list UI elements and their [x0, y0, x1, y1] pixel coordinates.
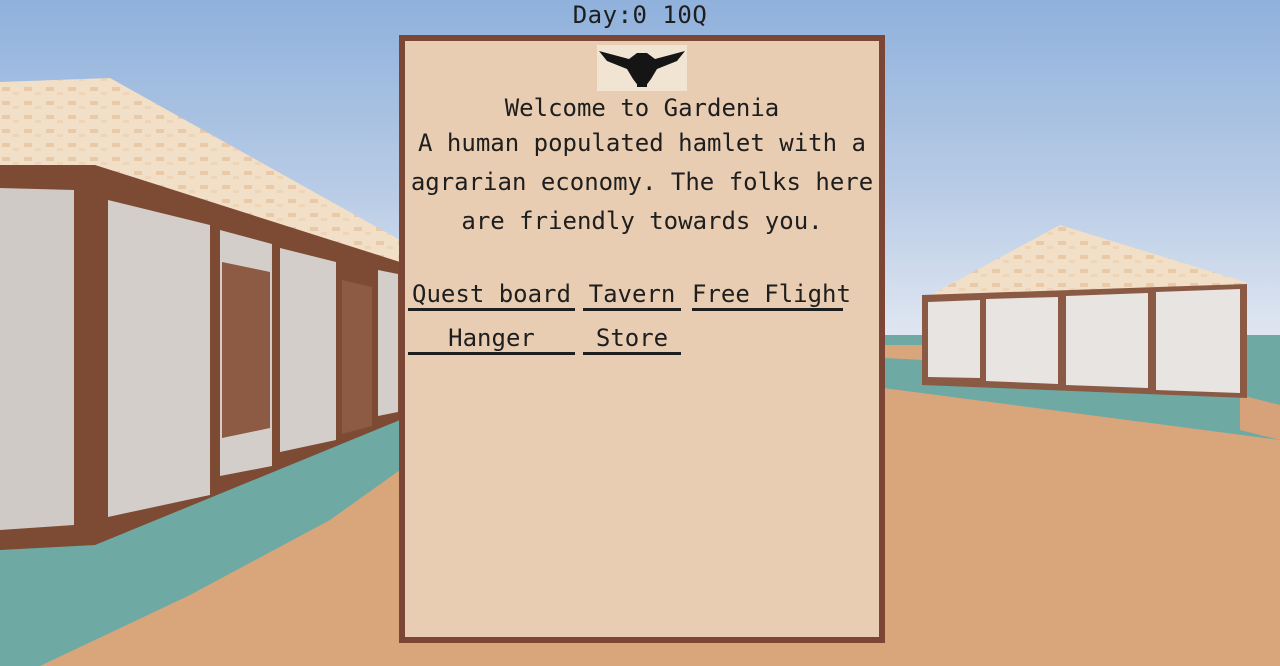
free-flight-button[interactable]: Free Flight — [692, 279, 851, 311]
welcome-title: Welcome to Gardenia — [504, 94, 780, 122]
hanger-button[interactable]: Hanger — [408, 323, 575, 355]
description-line: agrarian economy. The folks here — [410, 168, 874, 196]
quest-board-button[interactable]: Quest board — [408, 279, 575, 311]
town-description: A human populated hamlet with a agrarian… — [409, 124, 875, 241]
eagle-emblem-icon — [597, 45, 687, 91]
town-info-panel: Welcome to Gardenia A human populated ha… — [399, 35, 885, 643]
tavern-button[interactable]: Tavern — [583, 279, 681, 311]
hud-status: Day:0 10Q — [572, 1, 708, 29]
description-line: are friendly towards you. — [461, 207, 823, 235]
store-button[interactable]: Store — [583, 323, 681, 355]
description-line: A human populated hamlet with a — [418, 129, 866, 157]
